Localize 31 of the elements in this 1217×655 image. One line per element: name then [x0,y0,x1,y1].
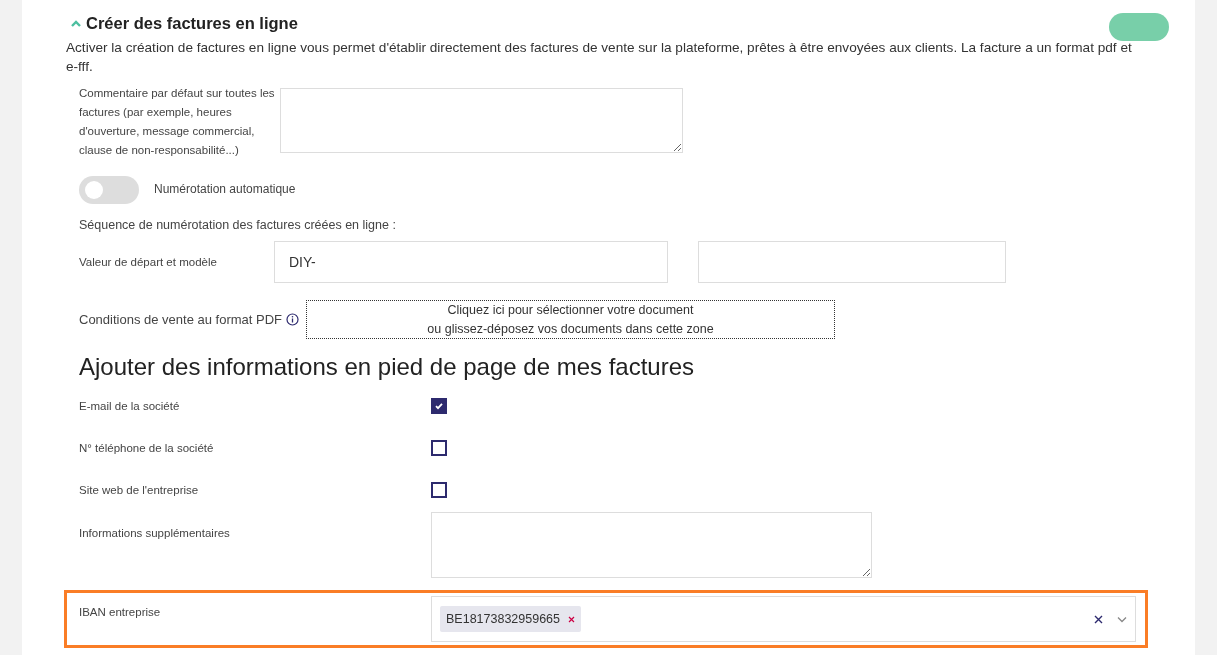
clear-icon[interactable] [1094,614,1103,624]
remove-icon[interactable] [568,615,575,623]
comment-label: Commentaire par défaut sur toutes les factures (par exemple, heures d'ouverture, message commercial, clause de non-responsabilité...) [79,86,276,158]
section-title: Créer des factures en ligne [86,13,298,33]
option-label: Site web de l'entreprise [79,482,200,498]
tag-text: BE18173832959665 [446,612,560,626]
checkbox[interactable] [431,398,447,414]
prefix-field[interactable]: DIY- [274,241,668,283]
option-label: N° téléphone de la société [79,440,215,456]
checkbox[interactable] [431,440,447,456]
file-drop-zone[interactable]: Cliquez ici pour sélectionner votre document ou glissez-déposez vos documents dans cette zone [306,300,835,339]
toggle-switch[interactable] [79,176,139,204]
terms-label: Conditions de vente au format PDF [79,312,283,327]
check-icon [434,401,444,411]
comment-field[interactable] [280,88,683,153]
iban-select[interactable]: BE18173832959665 [431,596,1136,642]
number-field[interactable] [698,241,1006,283]
iban-label: IBAN entreprise [79,604,162,620]
option-label: E-mail de la société [79,398,181,414]
info-icon[interactable] [286,313,300,326]
chevron-up-icon[interactable] [70,18,82,28]
footer-section-heading: Ajouter des informations en pied de page de mes factures [79,353,696,381]
section-description: Activer la création de factures en ligne vous permet d'établir directement des factures de vente sur la plateforme, prêtes à être envoyées aux clients. La facture a un format pdf et e-fff. [66,39,1133,76]
pill-button[interactable] [1109,13,1169,41]
extra-info-field[interactable] [431,512,872,578]
toggle-label: Numérotation automatique [154,182,296,196]
extra-info-label: Informations supplémentaires [79,527,230,539]
sequence-title: Séquence de numérotation des factures créées en ligne : [79,218,397,232]
chevron-down-icon[interactable] [1117,615,1127,623]
start-value-label: Valeur de départ et modèle [79,254,218,270]
checkbox[interactable] [431,482,447,498]
